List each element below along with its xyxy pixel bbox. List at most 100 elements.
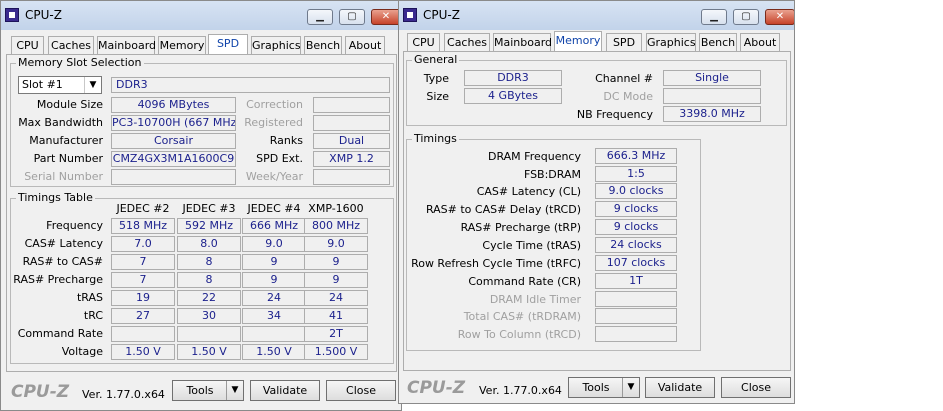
- tab-mainboard[interactable]: Mainboard: [493, 33, 552, 52]
- cell: 34: [242, 308, 306, 324]
- part-number-label: Part Number: [33, 152, 103, 165]
- cpuz-app-icon: [403, 8, 417, 22]
- cell: 1.50 V: [242, 344, 306, 360]
- size-value: 4 GBytes: [464, 88, 562, 104]
- serial-number-value: [111, 169, 236, 185]
- close-window-button[interactable]: ✕: [371, 9, 401, 25]
- column-header: JEDEC #4: [247, 202, 301, 215]
- tab-caches[interactable]: Caches: [48, 36, 94, 55]
- spd-ext-label: SPD Ext.: [256, 152, 303, 165]
- timing-label: Row Refresh Cycle Time (tRFC): [411, 257, 581, 270]
- column-header: JEDEC #3: [182, 202, 236, 215]
- nb-frequency-label: NB Frequency: [576, 108, 653, 121]
- cell: 8: [177, 272, 241, 288]
- timing-value: 24 clocks: [595, 237, 677, 253]
- chevron-down-icon[interactable]: ▼: [84, 77, 101, 93]
- timing-value: [595, 291, 677, 307]
- week-year-label: Week/Year: [245, 170, 303, 183]
- cell: 1.500 V: [304, 344, 368, 360]
- row-label: tRAS: [76, 291, 103, 304]
- cpuz-logo: CPU-Z: [11, 382, 70, 402]
- max-bandwidth-label: Max Bandwidth: [18, 116, 103, 129]
- column-header: JEDEC #2: [116, 202, 170, 215]
- tab-bench[interactable]: Bench: [304, 36, 342, 55]
- cell: 41: [304, 308, 368, 324]
- cell: 7: [111, 272, 175, 288]
- cell: 8.0: [177, 236, 241, 252]
- ranks-value: Dual: [313, 133, 390, 149]
- cell: 9: [304, 272, 368, 288]
- group-title: Timings: [412, 132, 459, 145]
- table-row: tRAS 19 22 24 24: [1, 290, 401, 308]
- timing-value: 1T: [595, 273, 677, 289]
- tab-caches[interactable]: Caches: [444, 33, 490, 52]
- correction-value: [313, 97, 390, 113]
- tab-memory[interactable]: Memory: [554, 31, 602, 52]
- tab-about[interactable]: About: [345, 36, 385, 55]
- close-button[interactable]: Close: [326, 380, 396, 401]
- correction-label: Correction: [246, 98, 303, 111]
- maximize-button[interactable]: ▢: [339, 9, 365, 25]
- manufacturer-label: Manufacturer: [29, 134, 103, 147]
- close-window-button[interactable]: ✕: [765, 9, 794, 25]
- tab-bench[interactable]: Bench: [699, 33, 737, 52]
- dc-mode-value: [663, 88, 761, 104]
- tools-button[interactable]: Tools ▼: [568, 377, 640, 398]
- memory-type-field: DDR3: [111, 77, 390, 93]
- minimize-button[interactable]: ▁: [701, 9, 727, 25]
- tab-graphics[interactable]: Graphics: [646, 33, 696, 52]
- row-label: tRC: [83, 309, 103, 322]
- tab-memory[interactable]: Memory: [158, 36, 206, 55]
- timing-value: 9 clocks: [595, 219, 677, 235]
- maximize-button[interactable]: ▢: [733, 9, 759, 25]
- close-button[interactable]: Close: [721, 377, 791, 398]
- tab-cpu[interactable]: CPU: [407, 33, 440, 52]
- timing-label: DRAM Frequency: [487, 150, 581, 163]
- registered-label: Registered: [244, 116, 303, 129]
- cpuz-logo: CPU-Z: [407, 378, 466, 398]
- tab-spd[interactable]: SPD: [606, 33, 642, 52]
- tools-button[interactable]: Tools ▼: [172, 380, 244, 401]
- table-row: tRC 27 30 34 41: [1, 308, 401, 326]
- part-number-value: CMZ4GX3M1A1600C9: [111, 151, 236, 167]
- serial-number-label: Serial Number: [24, 170, 103, 183]
- dc-mode-label: DC Mode: [603, 90, 653, 103]
- tab-graphics[interactable]: Graphics: [251, 36, 301, 55]
- validate-button[interactable]: Validate: [250, 380, 320, 401]
- channel-value: Single: [663, 70, 761, 86]
- tools-button-label: Tools: [186, 384, 214, 397]
- cell: 518 MHz: [111, 218, 175, 234]
- timing-value: 1:5: [595, 166, 677, 182]
- minimize-button[interactable]: ▁: [307, 9, 333, 25]
- title-bar[interactable]: CPU-Z ▁ ▢ ✕: [399, 1, 794, 30]
- tab-about[interactable]: About: [740, 33, 780, 52]
- tab-cpu[interactable]: CPU: [11, 36, 44, 55]
- row-label: RAS# to CAS#: [22, 255, 103, 268]
- timing-label: FSB:DRAM: [523, 168, 581, 181]
- table-row: Command Rate 2T: [1, 326, 401, 344]
- tab-mainboard[interactable]: Mainboard: [97, 36, 156, 55]
- table-row: Voltage 1.50 V 1.50 V 1.50 V 1.500 V: [1, 344, 401, 362]
- cell: 1.50 V: [111, 344, 175, 360]
- timing-label: Total CAS# (tRDRAM): [463, 310, 581, 323]
- version-text: Ver. 1.77.0.x64: [479, 384, 562, 397]
- timing-label: DRAM Idle Timer: [489, 293, 581, 306]
- cell: 24: [242, 290, 306, 306]
- timing-value: [595, 308, 677, 324]
- cell: 22: [177, 290, 241, 306]
- cell: 9: [242, 254, 306, 270]
- validate-button[interactable]: Validate: [645, 377, 715, 398]
- manufacturer-value: Corsair: [111, 133, 236, 149]
- cell: 7.0: [111, 236, 175, 252]
- tab-spd[interactable]: SPD: [208, 34, 248, 55]
- timing-label: Cycle Time (tRAS): [482, 239, 581, 252]
- cpuz-app-icon: [5, 8, 19, 22]
- chevron-down-icon[interactable]: ▼: [226, 381, 243, 400]
- row-label: Frequency: [46, 219, 103, 232]
- type-value: DDR3: [464, 70, 562, 86]
- slot-select[interactable]: Slot #1 ▼: [18, 76, 102, 94]
- chevron-down-icon[interactable]: ▼: [622, 378, 639, 397]
- title-bar[interactable]: CPU-Z ▁ ▢ ✕: [1, 1, 401, 30]
- cell: 9.0: [242, 236, 306, 252]
- group-title: Memory Slot Selection: [16, 56, 144, 69]
